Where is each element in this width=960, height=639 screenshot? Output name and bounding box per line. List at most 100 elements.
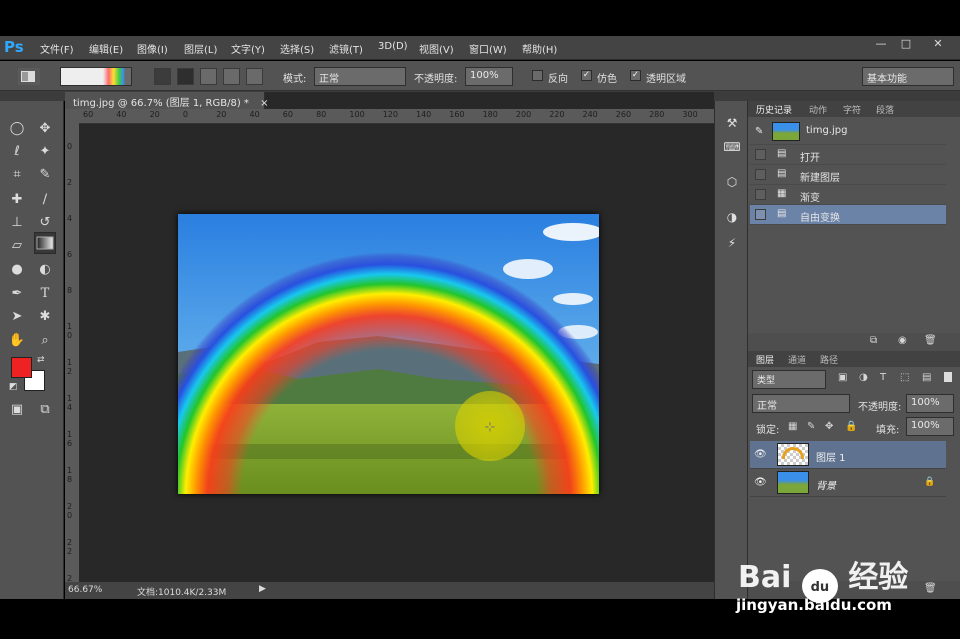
marquee-icon[interactable]: ◯ <box>6 118 28 140</box>
menu-window[interactable]: 窗口(W) <box>469 41 507 56</box>
layer-row[interactable]: 👁 背景 🔒 <box>750 469 946 497</box>
restore-button[interactable]: □ <box>894 38 918 50</box>
tab-close-icon[interactable]: × <box>260 98 268 109</box>
brush-preset-icon[interactable]: ⚒ <box>722 113 742 133</box>
history-item-selected[interactable]: ▤ 自由变换 <box>750 205 946 225</box>
lock-position-icon[interactable]: ✥ <box>825 421 833 432</box>
menu-file[interactable]: 文件(F) <box>40 41 74 56</box>
filter-shape-icon[interactable]: ⬚ <box>900 372 909 383</box>
reverse-checkbox[interactable] <box>532 70 543 81</box>
menu-select[interactable]: 选择(S) <box>280 41 314 56</box>
path-selection-icon[interactable]: ➤ <box>6 306 28 328</box>
close-button[interactable]: ✕ <box>926 38 950 50</box>
history-checkbox[interactable] <box>755 149 766 160</box>
filter-adjust-icon[interactable]: ◑ <box>859 372 868 383</box>
eyedropper-icon[interactable]: ✎ <box>34 164 56 186</box>
linear-gradient-icon[interactable] <box>154 68 171 85</box>
menu-view[interactable]: 视图(V) <box>419 41 454 56</box>
layer-row-selected[interactable]: 👁 图层 1 <box>750 441 946 469</box>
status-menu-arrow-icon[interactable]: ▶ <box>259 584 266 594</box>
dither-checkbox[interactable]: ✓ <box>581 70 592 81</box>
hand-icon[interactable]: ✋ <box>6 330 28 352</box>
menu-3d[interactable]: 3D(D) <box>378 41 408 52</box>
new-document-from-state-icon[interactable]: ⧉ <box>870 335 877 346</box>
eye-icon[interactable]: 👁 <box>754 449 767 460</box>
delete-layer-icon[interactable]: 🗑 <box>924 583 937 594</box>
menu-filter[interactable]: 滤镜(T) <box>329 41 363 56</box>
filter-type-icon[interactable]: T <box>880 372 886 383</box>
angle-gradient-icon[interactable] <box>200 68 217 85</box>
properties-icon[interactable]: ⚡ <box>722 233 742 253</box>
radial-gradient-icon[interactable] <box>177 68 194 85</box>
menu-image[interactable]: 图像(I) <box>137 41 168 56</box>
lock-pixels-icon[interactable]: ✎ <box>807 421 815 432</box>
workspace-select[interactable]: 基本功能 <box>862 67 954 86</box>
foreground-color-swatch[interactable] <box>11 357 32 378</box>
swap-colors-icon[interactable]: ⇄ <box>37 355 45 365</box>
filter-toggle[interactable] <box>944 372 952 382</box>
filter-pixel-icon[interactable]: ▣ <box>838 372 847 383</box>
shape-icon[interactable]: ✱ <box>34 306 56 328</box>
menu-edit[interactable]: 编辑(E) <box>89 41 123 56</box>
healing-brush-icon[interactable]: ✚ <box>6 189 28 211</box>
camera-icon[interactable]: ◉ <box>898 335 907 346</box>
type-icon[interactable]: T <box>34 283 56 305</box>
brush-icon[interactable]: ∕ <box>34 189 56 211</box>
menu-help[interactable]: 帮助(H) <box>522 41 557 56</box>
default-colors-icon[interactable]: ◩ <box>9 382 18 392</box>
zoom-icon[interactable]: ⌕ <box>34 330 56 352</box>
tab-history[interactable]: 历史记录 <box>756 103 792 116</box>
layer-opacity-input[interactable]: 100% <box>906 394 954 413</box>
filter-smart-icon[interactable]: ▤ <box>922 372 931 383</box>
brush-settings-icon[interactable]: ⌨ <box>722 137 742 157</box>
tab-paths[interactable]: 路径 <box>820 353 838 366</box>
diamond-gradient-icon[interactable] <box>246 68 263 85</box>
tab-channels[interactable]: 通道 <box>788 353 806 366</box>
dodge-icon[interactable]: ◐ <box>34 259 56 281</box>
quick-mask-icon[interactable]: ▣ <box>6 399 28 421</box>
tab-paragraph[interactable]: 段落 <box>876 103 894 116</box>
history-item[interactable]: ▦ 渐变 <box>750 185 946 205</box>
lock-all-icon[interactable]: 🔒 <box>845 421 857 432</box>
history-checkbox[interactable] <box>755 189 766 200</box>
document-tab[interactable]: timg.jpg @ 66.7% (图层 1, RGB/8) * × <box>65 92 269 109</box>
crop-icon[interactable]: ⌗ <box>6 164 28 186</box>
opacity-input[interactable]: 100% <box>465 67 513 86</box>
magic-wand-icon[interactable]: ✦ <box>34 141 56 163</box>
mode-select[interactable]: 正常 <box>314 67 406 86</box>
adjustments-icon[interactable]: ◑ <box>722 207 742 227</box>
history-item[interactable]: ▤ 打开 <box>750 145 946 165</box>
lock-transparent-icon[interactable]: ▦ <box>788 421 797 432</box>
tab-actions[interactable]: 动作 <box>809 103 827 116</box>
zoom-level[interactable]: 66.67% <box>68 585 102 595</box>
trash-icon[interactable]: 🗑 <box>924 335 937 346</box>
blur-icon[interactable]: ● <box>6 259 28 281</box>
history-snapshot[interactable]: ✎ timg.jpg <box>750 119 946 145</box>
blend-mode-select[interactable]: 正常 <box>752 394 850 413</box>
canvas-image[interactable]: ⊹ <box>178 214 599 494</box>
lasso-icon[interactable]: ℓ <box>6 141 28 163</box>
move-icon[interactable]: ✥ <box>34 118 56 140</box>
history-brush-source-icon[interactable]: ✎ <box>755 126 763 137</box>
tab-character[interactable]: 字符 <box>843 103 861 116</box>
clone-stamp-icon[interactable]: ⊥ <box>6 212 28 234</box>
gradient-picker[interactable] <box>60 67 132 86</box>
screen-mode-icon[interactable]: ⧉ <box>34 399 56 421</box>
transparency-checkbox[interactable]: ✓ <box>630 70 641 81</box>
history-item[interactable]: ▤ 新建图层 <box>750 165 946 185</box>
gradient-tool-preset-icon[interactable] <box>18 68 40 85</box>
gradient-icon[interactable] <box>34 232 56 254</box>
menu-type[interactable]: 文字(Y) <box>231 41 265 56</box>
history-checkbox[interactable] <box>755 209 766 220</box>
layer-filter-select[interactable]: 类型 <box>752 370 826 389</box>
fill-input[interactable]: 100% <box>906 417 954 436</box>
history-brush-icon[interactable]: ↺ <box>34 212 56 234</box>
menu-layer[interactable]: 图层(L) <box>184 41 217 56</box>
history-checkbox[interactable] <box>755 169 766 180</box>
minimize-button[interactable]: — <box>869 38 893 50</box>
tab-layers[interactable]: 图层 <box>756 353 774 366</box>
eraser-icon[interactable]: ▱ <box>6 235 28 257</box>
eye-icon[interactable]: 👁 <box>754 477 767 488</box>
3d-cube-icon[interactable]: ⬡ <box>722 172 742 192</box>
pen-icon[interactable]: ✒ <box>6 283 28 305</box>
